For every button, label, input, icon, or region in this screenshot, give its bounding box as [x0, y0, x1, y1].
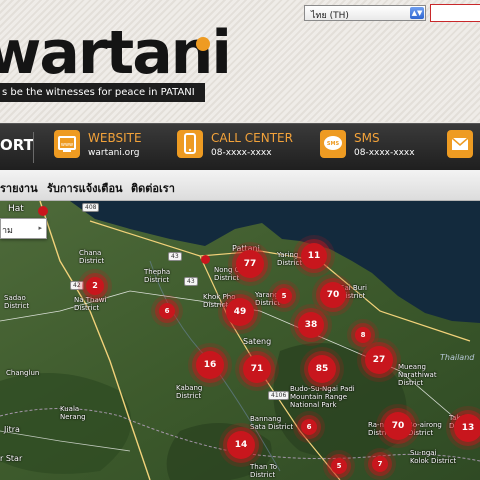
search-input[interactable] [430, 4, 480, 22]
incident-dot[interactable] [38, 206, 48, 216]
select-arrows-icon: ▲▼ [410, 7, 424, 19]
contact-bar: ORT www WEBSITE wartani.org CALL CENTER … [0, 123, 480, 170]
incident-cluster[interactable]: 71 [243, 355, 271, 383]
place-hat: Hat [8, 204, 24, 214]
incident-cluster[interactable]: 27 [365, 346, 393, 374]
contact-website-value: wartani.org [88, 148, 140, 158]
incident-cluster[interactable]: 5 [331, 458, 347, 474]
contact-mail[interactable] [447, 130, 477, 164]
contact-sms[interactable]: SMS SMS 08-xxxx-xxxx [320, 130, 430, 164]
contact-call-center[interactable]: CALL CENTER 08-xxxx-xxxx [177, 130, 297, 164]
map-type-control[interactable]: าม ▸ [0, 218, 47, 239]
website-icon: www [54, 130, 80, 158]
incident-cluster[interactable]: 8 [355, 327, 371, 343]
place-changlun: Changlun [6, 369, 40, 377]
site-tagline: s be the witnesses for peace in PATANI [0, 83, 205, 102]
incident-cluster[interactable]: 2 [86, 277, 104, 295]
main-nav: รายงาน รับการแจ้งเตือน ติดต่อเรา [0, 170, 480, 201]
nav-item-subscribe-alerts[interactable]: รับการแจ้งเตือน [47, 179, 123, 197]
incident-cluster[interactable]: 70 [320, 282, 346, 308]
support-label: ORT [0, 136, 34, 154]
incident-dot[interactable] [201, 255, 210, 264]
place-kuala-nerang: Kuala Nerang [60, 405, 86, 421]
incident-cluster[interactable]: 7 [372, 456, 388, 472]
road-shield: 43 [168, 252, 182, 261]
incident-cluster[interactable]: 11 [301, 243, 327, 269]
map-type-label: าม [2, 226, 13, 236]
nav-item-contact-us[interactable]: ติดต่อเรา [131, 179, 175, 197]
logo-dot-icon [196, 37, 210, 51]
svg-text:www: www [61, 142, 73, 148]
place-sateng: Sateng [243, 337, 272, 346]
place-chana: Chana District [79, 249, 105, 265]
incident-cluster[interactable]: 70 [384, 412, 412, 440]
incident-cluster[interactable]: 14 [227, 431, 255, 459]
svg-text:SMS: SMS [327, 141, 340, 147]
place-mueang-narathiwat: Mueang Narathiwat District [398, 363, 437, 387]
incident-cluster[interactable]: 16 [196, 351, 224, 379]
chevron-right-icon: ▸ [38, 224, 42, 232]
site-header: ไทย (TH) ▲▼ wartani s be the witnesses f… [0, 0, 480, 122]
site-logo[interactable]: wartani [0, 22, 232, 84]
contact-website[interactable]: www WEBSITE wartani.org [54, 130, 164, 164]
place-thepha: Thepha District [144, 268, 171, 284]
place-sadao: Sadao District [4, 294, 30, 310]
place-bannang-sata: Bannang Sata District [250, 415, 294, 431]
road-shield: 4106 [268, 391, 290, 400]
incident-cluster[interactable]: 49 [226, 298, 254, 326]
phone-icon [177, 130, 203, 158]
place-su-ngai-kolok: Su-ngai Kolok District [410, 449, 457, 465]
place-na-thawi: Na Thawi District [74, 296, 107, 312]
contact-website-title: WEBSITE [88, 131, 142, 145]
contact-divider [33, 132, 34, 163]
mail-icon [447, 130, 473, 158]
contact-call-center-title: CALL CENTER [211, 131, 293, 145]
contact-sms-value: 08-xxxx-xxxx [354, 148, 415, 158]
contact-sms-title: SMS [354, 131, 380, 145]
incident-cluster[interactable]: 5 [276, 288, 292, 304]
incident-cluster[interactable]: 6 [159, 303, 175, 319]
contact-call-center-value: 08-xxxx-xxxx [211, 148, 272, 158]
road-shield: 408 [82, 203, 100, 212]
place-star: r Star [0, 454, 23, 463]
place-jitra: Jitra [4, 425, 20, 434]
incident-cluster[interactable]: 85 [308, 355, 336, 383]
incident-map[interactable]: าม ▸ Hat Chana District Thepha District Na… [0, 201, 480, 480]
language-select-value: ไทย (TH) [311, 11, 349, 21]
place-than-to: Than To District [250, 463, 278, 479]
place-thailand: Thailand [440, 353, 475, 362]
incident-cluster[interactable]: 13 [454, 414, 480, 442]
language-select[interactable]: ไทย (TH) ▲▼ [304, 5, 426, 21]
sms-icon: SMS [320, 130, 346, 158]
road-shield: 43 [184, 277, 198, 286]
place-yaring: Yaring District [277, 251, 303, 267]
incident-cluster[interactable]: 77 [236, 250, 264, 278]
incident-cluster[interactable]: 38 [298, 312, 324, 338]
incident-cluster[interactable]: 6 [301, 419, 317, 435]
place-bo-airong: Bo-airong District [408, 421, 442, 437]
place-kabang: Kabang District [176, 384, 203, 400]
road-shield: 42 [70, 281, 84, 290]
place-budo: Budo-Su-Ngai Padi Mountain Range National … [290, 385, 355, 409]
nav-item-reports[interactable]: รายงาน [0, 179, 38, 197]
